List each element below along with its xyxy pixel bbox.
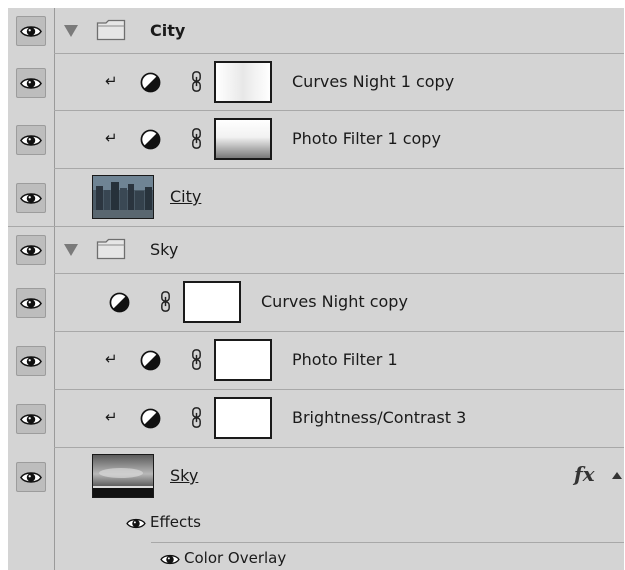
effect-label: Color Overlay [184,549,287,567]
layer-label: Curves Night 1 copy [292,72,455,91]
folder-icon [96,238,126,260]
eye-icon[interactable] [16,462,46,492]
layer-thumbnail[interactable] [92,175,154,219]
adjustment-layer-icon[interactable] [140,408,161,429]
layer-row[interactable]: Sky fx [8,448,624,506]
layer-row[interactable]: ↵ Curves Night 1 copy [8,54,624,112]
adjustment-layer-icon[interactable] [140,72,161,93]
layer-label: Curves Night copy [261,292,408,311]
eye-icon[interactable] [16,346,46,376]
eye-icon[interactable] [16,16,46,46]
effects-label: Effects [150,513,201,531]
eye-icon[interactable] [160,553,180,566]
layer-mask-thumbnail[interactable] [214,397,272,439]
layer-mask-thumbnail[interactable] [183,281,241,323]
eye-icon[interactable] [16,183,46,213]
effects-row[interactable]: Effects [8,506,624,542]
folder-icon [96,19,126,41]
layer-row[interactable]: Curves Night copy [8,274,624,332]
clipping-arrow-icon: ↵ [105,72,118,90]
clipping-arrow-icon: ↵ [105,129,118,147]
layer-mask-thumbnail[interactable] [214,61,272,103]
adjustment-layer-icon[interactable] [140,129,161,150]
layer-label: City [150,21,186,40]
adjustment-layer-icon[interactable] [140,350,161,371]
layer-row[interactable]: City [8,169,624,227]
layer-label: Sky [170,466,199,485]
layer-label: City [170,187,202,206]
layer-thumbnail[interactable] [92,454,154,498]
disclosure-triangle-icon[interactable] [64,244,78,256]
layer-row[interactable]: Sky [8,227,624,273]
eye-icon[interactable] [16,235,46,265]
clipping-arrow-icon: ↵ [105,408,118,426]
layer-label: Photo Filter 1 copy [292,129,441,148]
layer-row[interactable]: City [8,8,624,54]
layer-row[interactable]: ↵ Brightness/Contrast 3 [8,390,624,448]
disclosure-triangle-icon[interactable] [64,25,78,37]
eye-icon[interactable] [16,404,46,434]
layer-row[interactable]: ↵ Photo Filter 1 copy [8,111,624,169]
chain-link-icon[interactable] [191,127,202,150]
layer-mask-thumbnail[interactable] [214,339,272,381]
layers-panel: City ↵ Curves Night 1 copy ↵ Photo Filte… [0,0,625,570]
eye-icon[interactable] [16,288,46,318]
layer-label: Photo Filter 1 [292,350,398,369]
fx-icon[interactable]: fx [574,462,595,486]
scroll-up-arrow-icon[interactable] [612,472,622,479]
layer-label: Brightness/Contrast 3 [292,408,467,427]
layer-mask-thumbnail[interactable] [214,118,272,160]
eye-icon[interactable] [16,68,46,98]
layer-label: Sky [150,240,179,259]
layer-row[interactable]: ↵ Photo Filter 1 [8,332,624,390]
eye-icon[interactable] [16,125,46,155]
eye-icon[interactable] [126,517,146,530]
clipping-arrow-icon: ↵ [105,350,118,368]
chain-link-icon[interactable] [191,70,202,93]
layers-list: City ↵ Curves Night 1 copy ↵ Photo Filte… [8,8,624,570]
chain-link-icon[interactable] [191,348,202,371]
adjustment-layer-icon[interactable] [109,292,130,313]
effect-row[interactable]: Color Overlay [8,543,624,570]
chain-link-icon[interactable] [191,406,202,429]
chain-link-icon[interactable] [160,290,171,313]
